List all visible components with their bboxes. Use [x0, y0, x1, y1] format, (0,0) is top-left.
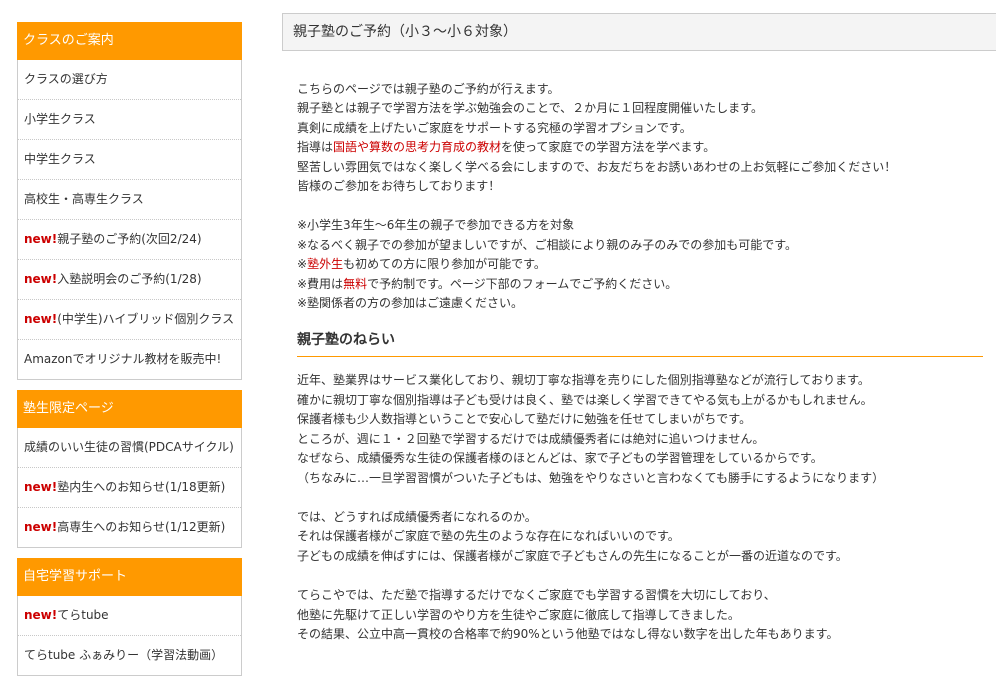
sidebar: クラスのご案内 クラスの選び方 小学生クラス 中学生クラス 高校生・高専生クラス… [17, 22, 242, 686]
text-segment: も初めての方に限り参加が可能です。 [343, 257, 546, 272]
highlight-text: 国語や算数の思考力育成の教材 [333, 140, 502, 155]
sidebar-item-briefing-reservation[interactable]: new!入塾説明会のご予約(1/28) [18, 260, 241, 300]
text-segment: で予約制です。ページ下部のフォームでご予約ください。 [367, 276, 678, 291]
sidebar-item-label: クラスの選び方 [24, 72, 108, 86]
text-line: 子どもの成績を伸ばすには、保護者様がご家庭で子どもさんの先生になることが一番の近… [297, 548, 848, 563]
notes-paragraph: ※小学生3年生～6年生の親子で参加できる方を対象 ※なるべく親子での参加が望まし… [297, 216, 983, 313]
sidebar-item-label: てらtube ふぁみりー（学習法動画） [24, 648, 224, 662]
intro-paragraph: こちらのページでは親子塾のご予約が行えます。 親子塾とは親子で学習方法を学ぶ勉強… [297, 80, 983, 196]
new-badge: new! [24, 312, 58, 326]
new-badge: new! [24, 520, 58, 534]
aim-paragraph-2: では、どうすれば成績優秀者になれるのか。 それは保護者様がご家庭で塾の先生のよう… [297, 508, 983, 566]
sidebar-item-hybrid-class[interactable]: new!(中学生)ハイブリッド個別クラス [18, 300, 241, 340]
sidebar-item-label: 高専生へのお知らせ(1/12更新) [57, 520, 226, 534]
text-line: 他塾に先駆けて正しい学習のやり方を生徒やご家庭に徹底して指導してきました。 [297, 607, 740, 622]
new-badge: new! [24, 608, 58, 622]
text-segment: ※費用は [297, 276, 344, 291]
sidebar-item-pdca[interactable]: 成績のいい生徒の習慣(PDCAサイクル) [18, 428, 241, 468]
note-line: ※費用は無料で予約制です。ページ下部のフォームでご予約ください。 [297, 275, 983, 294]
sidebar-item-student-notice[interactable]: new!塾内生へのお知らせ(1/18更新) [18, 468, 241, 508]
section-title-aim: 親子塾のねらい [297, 329, 983, 358]
text-line: なぜなら、成績優秀な生徒の保護者様のほとんどは、家で子どもの学習管理をしているか… [297, 451, 823, 466]
text-segment: を使って家庭での学習方法を学べます。 [501, 140, 716, 155]
text-line: てらこやでは、ただ塾で指導するだけでなくご家庭でも学習する習慣を大切にしており、 [297, 588, 776, 603]
text-segment: ※ [297, 257, 308, 272]
text-line: 確かに親切丁寧な個別指導は子ども受けは良く、塾では楽しく学習できてやる気も上がる… [297, 392, 873, 407]
sidebar-menu-members: 成績のいい生徒の習慣(PDCAサイクル) new!塾内生へのお知らせ(1/18更… [17, 428, 242, 548]
aim-paragraph-1: 近年、塾業界はサービス業化しており、親切丁寧な指導を売りにした個別指導塾などが流… [297, 371, 983, 487]
highlight-text: 無料 [343, 276, 368, 291]
text-line: ところが、週に１・２回塾で学習するだけでは成績優秀者には絶対に追いつけません。 [297, 431, 765, 446]
sidebar-item-elementary[interactable]: 小学生クラス [18, 100, 241, 140]
sidebar-item-kosen-notice[interactable]: new!高専生へのお知らせ(1/12更新) [18, 508, 241, 547]
sidebar-item-high-school[interactable]: 高校生・高専生クラス [18, 180, 241, 220]
sidebar-menu-home-study: new!てらtube てらtube ふぁみりー（学習法動画） [17, 596, 242, 676]
sidebar-item-label: 小学生クラス [24, 112, 96, 126]
text-line: その結果、公立中高一貫校の合格率で約90%という他塾ではなし得ない数字を出した年… [297, 626, 839, 641]
text-line: 堅苦しい雰囲気ではなく楽しく学べる会にしますので、お友だちをお誘いあわせの上お気… [297, 159, 897, 174]
new-badge: new! [24, 232, 58, 246]
new-badge: new! [24, 480, 58, 494]
sidebar-item-label: 成績のいい生徒の習慣(PDCAサイクル) [24, 440, 234, 454]
sidebar-item-label: (中学生)ハイブリッド個別クラス [57, 312, 235, 326]
sidebar-heading-members: 塾生限定ページ [17, 390, 242, 428]
sidebar-item-teratube-family[interactable]: てらtube ふぁみりー（学習法動画） [18, 636, 241, 675]
sidebar-item-label: 親子塾のご予約(次回2/24) [57, 232, 202, 246]
note-line: ※塾外生も初めての方に限り参加が可能です。 [297, 255, 983, 274]
sidebar-item-amazon[interactable]: Amazonでオリジナル教材を販売中! [18, 340, 241, 379]
text-line: （ちなみに…一旦学習習慣がついた子どもは、勉強をやりなさいと言わなくても勝手にす… [297, 470, 885, 485]
sidebar-item-parent-child-reservation[interactable]: new!親子塾のご予約(次回2/24) [18, 220, 241, 260]
text-line: 保護者様も少人数指導ということで安心して塾だけに勉強を任せてしまいがちです。 [297, 412, 752, 427]
sidebar-item-label: 中学生クラス [24, 152, 96, 166]
new-badge: new! [24, 272, 58, 286]
sidebar-heading-home-study: 自宅学習サポート [17, 558, 242, 596]
note-line: ※なるべく親子での参加が望ましいですが、ご相談により親のみ子のみでの参加も可能で… [297, 237, 798, 252]
text-segment: 指導は [297, 140, 334, 155]
sidebar-menu-classes: クラスの選び方 小学生クラス 中学生クラス 高校生・高専生クラス new!親子塾… [17, 60, 242, 380]
text-line: 近年、塾業界はサービス業化しており、親切丁寧な指導を売りにした個別指導塾などが流… [297, 373, 870, 388]
sidebar-item-label: Amazonでオリジナル教材を販売中! [24, 352, 222, 366]
main-content: こちらのページでは親子塾のご予約が行えます。 親子塾とは親子で学習方法を学ぶ勉強… [297, 80, 983, 664]
note-line: ※小学生3年生～6年生の親子で参加できる方を対象 [297, 218, 575, 233]
text-line: では、どうすれば成績優秀者になれるのか。 [297, 509, 537, 524]
highlight-text: 塾外生 [307, 257, 344, 272]
aim-paragraph-3: てらこやでは、ただ塾で指導するだけでなくご家庭でも学習する習慣を大切にしており、… [297, 586, 983, 644]
sidebar-item-label: 高校生・高専生クラス [24, 192, 144, 206]
sidebar-item-junior-high[interactable]: 中学生クラス [18, 140, 241, 180]
text-line: こちらのページでは親子塾のご予約が行えます。 [297, 82, 560, 96]
sidebar-heading-classes: クラスのご案内 [17, 22, 242, 60]
sidebar-item-label: 塾内生へのお知らせ(1/18更新) [57, 480, 226, 494]
sidebar-item-label: てらtube [57, 608, 109, 622]
text-line: それは保護者様がご家庭で塾の先生のような存在になればいいのです。 [297, 529, 680, 544]
sidebar-item-how-to-choose[interactable]: クラスの選び方 [18, 60, 241, 100]
text-line: 真剣に成績を上げたいご家庭をサポートする究極の学習オプションです。 [297, 120, 692, 135]
text-line: 親子塾とは親子で学習方法を学ぶ勉強会のことで、２か月に１回程度開催いたします。 [297, 101, 763, 116]
sidebar-item-label: 入塾説明会のご予約(1/28) [57, 272, 202, 286]
page-title: 親子塾のご予約（小３～小６対象） [282, 13, 996, 51]
sidebar-item-teratube[interactable]: new!てらtube [18, 596, 241, 636]
text-line: 皆様のご参加をお待ちしております！ [297, 179, 501, 194]
text-line: 指導は国語や算数の思考力育成の教材を使って家庭での学習方法を学べます。 [297, 138, 983, 157]
note-line: ※塾関係者の方の参加はご遠慮ください。 [297, 296, 524, 311]
